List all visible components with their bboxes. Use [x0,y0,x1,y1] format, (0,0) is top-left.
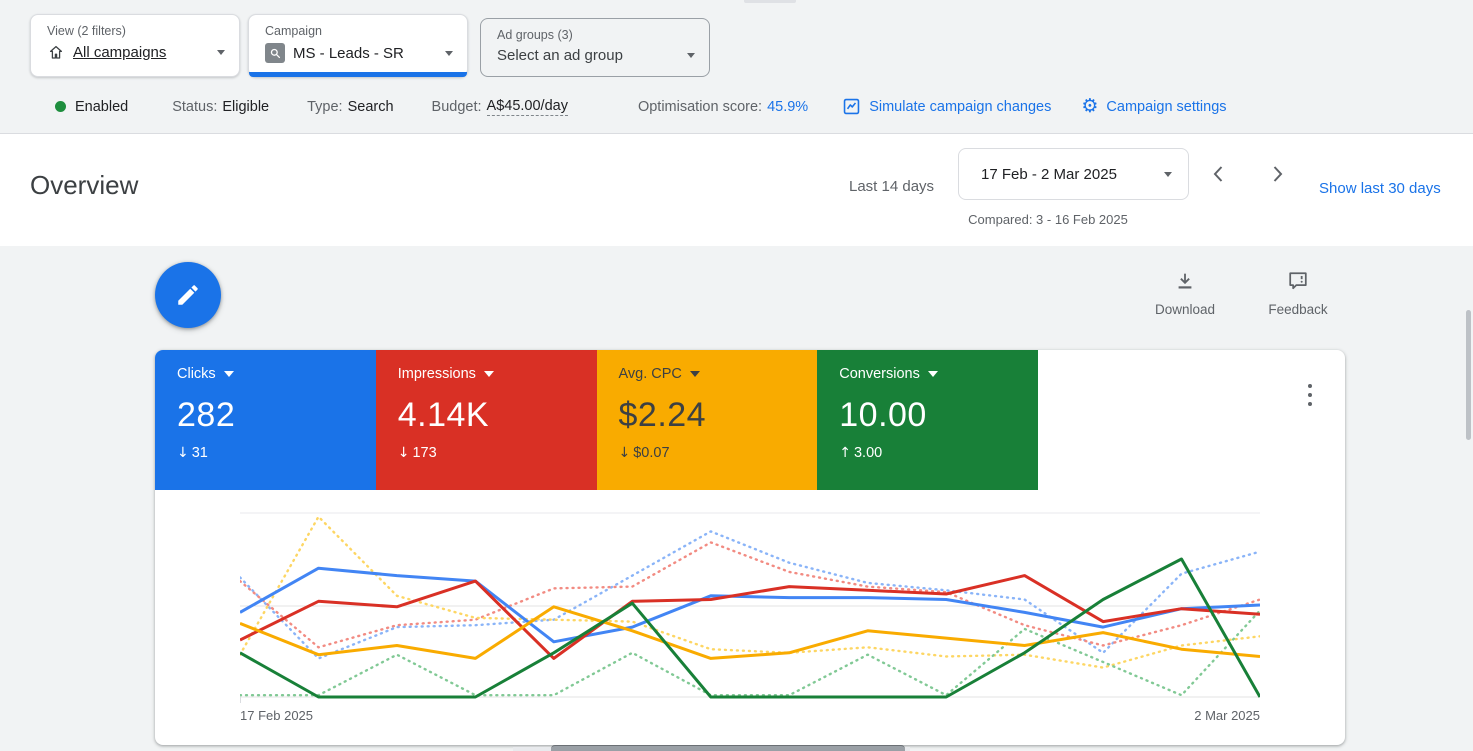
type-label: Type: [307,99,342,115]
chart-line-conversions-compared- [240,611,1260,696]
metric-delta: ↓173 [398,445,579,461]
enabled-status-dot-icon [55,101,66,112]
edit-overview-button[interactable] [155,262,221,328]
view-filter-value: All campaigns [73,44,166,61]
metric-value: 4.14K [398,396,579,435]
chevron-down-icon [687,53,695,58]
chevron-down-icon [484,371,494,377]
page-title: Overview [30,170,138,201]
x-axis-label-start: 17 Feb 2025 [240,708,313,723]
download-label: Download [1140,302,1230,317]
metric-delta: ↓$0.07 [619,445,800,461]
campaign-status-bar: Enabled Status: Eligible Type: Search Bu… [55,97,1227,116]
chevron-right-icon [1266,163,1288,185]
arrow-down-icon: ↓ [619,445,631,461]
previous-period-button[interactable] [1208,163,1230,185]
ad-groups-dropdown[interactable]: Ad groups (3) Select an ad group [480,18,710,77]
status-value: Eligible [222,99,269,115]
show-last-30-days-link[interactable]: Show last 30 days [1319,180,1441,197]
budget-label: Budget: [432,99,482,115]
date-range-label: Last 14 days [849,178,934,195]
optimisation-score-label: Optimisation score: [638,99,762,115]
metric-card-clicks[interactable]: Clicks 282 ↓31 [155,350,376,490]
google-ads-overview-page: View (2 filters) All campaigns Campaign … [0,0,1473,751]
download-icon [1174,270,1196,292]
home-icon [47,43,65,61]
chevron-down-icon [445,51,453,56]
x-axis-label-end: 2 Mar 2025 [1170,708,1260,723]
feedback-label: Feedback [1253,302,1343,317]
next-period-button[interactable] [1266,163,1288,185]
performance-line-chart [240,505,1260,725]
chevron-down-icon [217,50,225,55]
chevron-down-icon [690,371,700,377]
simulate-campaign-changes-button[interactable]: Simulate campaign changes [842,97,1051,116]
metric-value: 282 [177,396,358,435]
campaign-dropdown-value: MS - Leads - SR [293,45,404,62]
chart-line-clicks-compared- [240,531,1260,658]
card-overflow-menu-button[interactable] [1301,382,1319,408]
chevron-left-icon [1208,163,1230,185]
ad-groups-dropdown-value: Select an ad group [497,47,623,64]
horizontal-scrollbar-thumb[interactable] [551,745,905,751]
overview-chart-card: Clicks 282 ↓31 Impressions 4.14K ↓173 Av… [155,350,1345,745]
date-range-selector[interactable]: 17 Feb - 2 Mar 2025 [958,148,1189,200]
simulate-icon [842,97,861,116]
metric-value: $2.24 [619,396,800,435]
metric-card-impressions[interactable]: Impressions 4.14K ↓173 [376,350,597,490]
arrow-down-icon: ↓ [398,445,410,461]
download-button[interactable]: Download [1140,270,1230,317]
pencil-icon [175,282,201,308]
optimisation-score-value[interactable]: 45.9% [767,99,808,115]
chevron-down-icon [1164,172,1172,177]
metric-label: Conversions [839,366,920,382]
metric-delta: ↑3.00 [839,445,1020,461]
chart-line-impressions-compared- [240,542,1260,647]
date-range-value: 17 Feb - 2 Mar 2025 [981,166,1117,183]
page-header-band [0,134,1473,246]
type-value: Search [348,99,394,115]
compared-period-label: Compared: 3 - 16 Feb 2025 [958,212,1138,227]
vertical-scrollbar[interactable] [1466,310,1471,440]
metric-selector-row: Clicks 282 ↓31 Impressions 4.14K ↓173 Av… [155,350,1038,490]
chart-line-clicks [240,568,1260,642]
campaign-settings-button[interactable]: ⚙ Campaign settings [1081,97,1226,116]
enabled-status: Enabled [75,99,128,115]
arrow-down-icon: ↓ [177,445,189,461]
view-filter-label: View (2 filters) [47,24,225,38]
feedback-icon [1287,270,1309,292]
metric-delta: ↓31 [177,445,358,461]
chevron-down-icon [928,371,938,377]
view-filter-dropdown[interactable]: View (2 filters) All campaigns [30,14,240,77]
metric-card-conversions[interactable]: Conversions 10.00 ↑3.00 [817,350,1038,490]
metric-value: 10.00 [839,396,1020,435]
campaign-dropdown[interactable]: Campaign MS - Leads - SR [248,14,468,77]
gear-icon: ⚙ [1081,97,1098,116]
feedback-button[interactable]: Feedback [1253,270,1343,317]
metric-label: Avg. CPC [619,366,682,382]
arrow-up-icon: ↑ [839,445,851,461]
metric-label: Clicks [177,366,216,382]
selected-indicator [249,72,467,77]
status-label: Status: [172,99,217,115]
scrolled-element-remnant [744,0,796,3]
metric-label: Impressions [398,366,476,382]
chevron-down-icon [224,371,234,377]
ad-groups-dropdown-label: Ad groups (3) [497,28,695,42]
budget-value[interactable]: A$45.00/day [487,98,568,116]
metric-card-avg-cpc[interactable]: Avg. CPC $2.24 ↓$0.07 [597,350,818,490]
search-campaign-type-icon [265,43,285,63]
campaign-dropdown-label: Campaign [265,24,453,38]
